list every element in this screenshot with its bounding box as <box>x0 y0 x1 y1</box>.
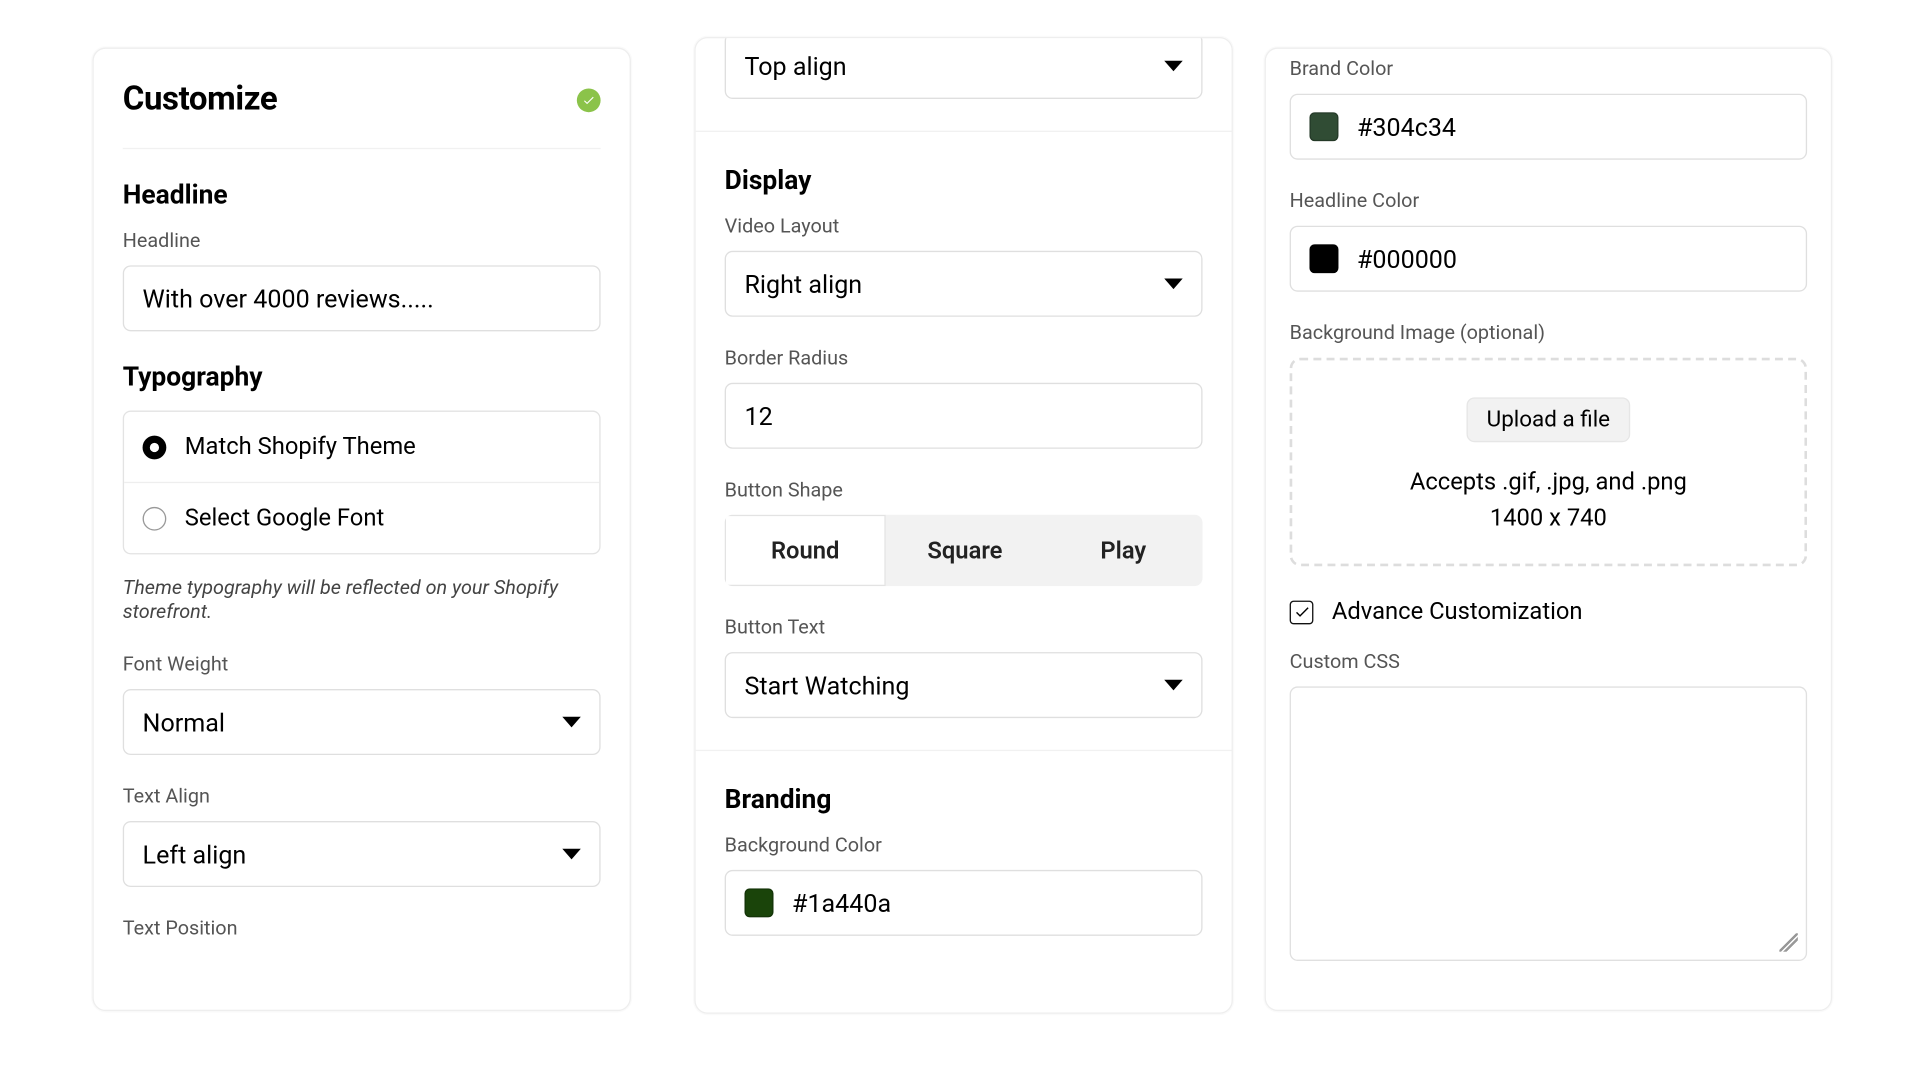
upload-size: 1400 x 740 <box>1305 504 1791 532</box>
brand-color-label: Brand Color <box>1290 57 1807 81</box>
background-color-input[interactable]: #1a440a <box>725 870 1203 936</box>
headline-color-value: #000000 <box>1357 244 1457 274</box>
text-position-select[interactable]: Top align <box>725 37 1203 99</box>
brand-color-swatch <box>1309 112 1338 141</box>
typography-google-font[interactable]: Select Google Font <box>124 482 599 553</box>
font-weight-select[interactable]: Normal <box>123 689 601 755</box>
background-color-value: #1a440a <box>792 888 891 918</box>
typography-hint: Theme typography will be reflected on yo… <box>123 576 601 624</box>
brand-color-input[interactable]: #304c34 <box>1290 94 1807 160</box>
radio-selected-icon <box>143 435 167 459</box>
advanced-customization-label: Advance Customization <box>1332 598 1583 626</box>
section-branding: Branding <box>725 783 1203 815</box>
upload-accepts: Accepts .gif, .jpg, and .png <box>1305 469 1791 497</box>
button-shape-play[interactable]: Play <box>1044 515 1202 586</box>
headline-color-swatch <box>1309 244 1338 273</box>
button-shape-label: Button Shape <box>725 478 1203 502</box>
button-text-select[interactable]: Start Watching <box>725 652 1203 718</box>
section-display: Display <box>725 164 1203 196</box>
checkbox-checked-icon <box>1290 600 1314 624</box>
video-layout-label: Video Layout <box>725 214 1203 238</box>
button-text-label: Button Text <box>725 615 1203 639</box>
border-radius-label: Border Radius <box>725 346 1203 370</box>
typography-google-label: Select Google Font <box>185 504 384 532</box>
advanced-customization-toggle[interactable]: Advance Customization <box>1290 598 1807 626</box>
text-position-value: Top align <box>744 51 846 81</box>
bg-image-dropzone[interactable]: Upload a file Accepts .gif, .jpg, and .p… <box>1290 358 1807 567</box>
background-color-label: Background Color <box>725 833 1203 857</box>
page-title: Customize <box>123 81 278 119</box>
headline-field[interactable] <box>143 283 581 313</box>
text-align-select[interactable]: Left align <box>123 821 601 887</box>
button-shape-round[interactable]: Round <box>725 515 886 586</box>
text-position-label: Text Position <box>123 916 601 940</box>
radio-unselected-icon <box>143 506 167 530</box>
status-complete-icon <box>577 88 601 112</box>
typography-match-label: Match Shopify Theme <box>185 433 416 461</box>
chevron-down-icon <box>1164 279 1182 290</box>
border-radius-input[interactable] <box>725 383 1203 449</box>
border-radius-field[interactable] <box>744 401 1182 431</box>
section-typography: Typography <box>123 360 601 392</box>
upload-file-button[interactable]: Upload a file <box>1467 397 1630 442</box>
custom-css-label: Custom CSS <box>1290 649 1807 673</box>
headline-color-input[interactable]: #000000 <box>1290 226 1807 292</box>
bg-image-label: Background Image (optional) <box>1290 321 1807 345</box>
video-layout-value: Right align <box>744 269 862 299</box>
headline-label: Headline <box>123 228 601 252</box>
button-shape-square[interactable]: Square <box>886 515 1044 586</box>
background-color-swatch <box>744 888 773 917</box>
typography-match-theme[interactable]: Match Shopify Theme <box>124 412 599 482</box>
font-weight-label: Font Weight <box>123 652 601 676</box>
text-align-value: Left align <box>143 839 247 869</box>
video-layout-select[interactable]: Right align <box>725 251 1203 317</box>
chevron-down-icon <box>1164 61 1182 72</box>
chevron-down-icon <box>562 717 580 728</box>
chevron-down-icon <box>1164 680 1182 691</box>
section-headline: Headline <box>123 178 601 210</box>
headline-color-label: Headline Color <box>1290 189 1807 213</box>
brand-color-value: #304c34 <box>1357 112 1456 142</box>
custom-css-textarea[interactable] <box>1290 686 1807 961</box>
font-weight-value: Normal <box>143 707 225 737</box>
button-text-value: Start Watching <box>744 670 909 700</box>
text-align-label: Text Align <box>123 784 601 808</box>
chevron-down-icon <box>562 849 580 860</box>
headline-input[interactable] <box>123 265 601 331</box>
